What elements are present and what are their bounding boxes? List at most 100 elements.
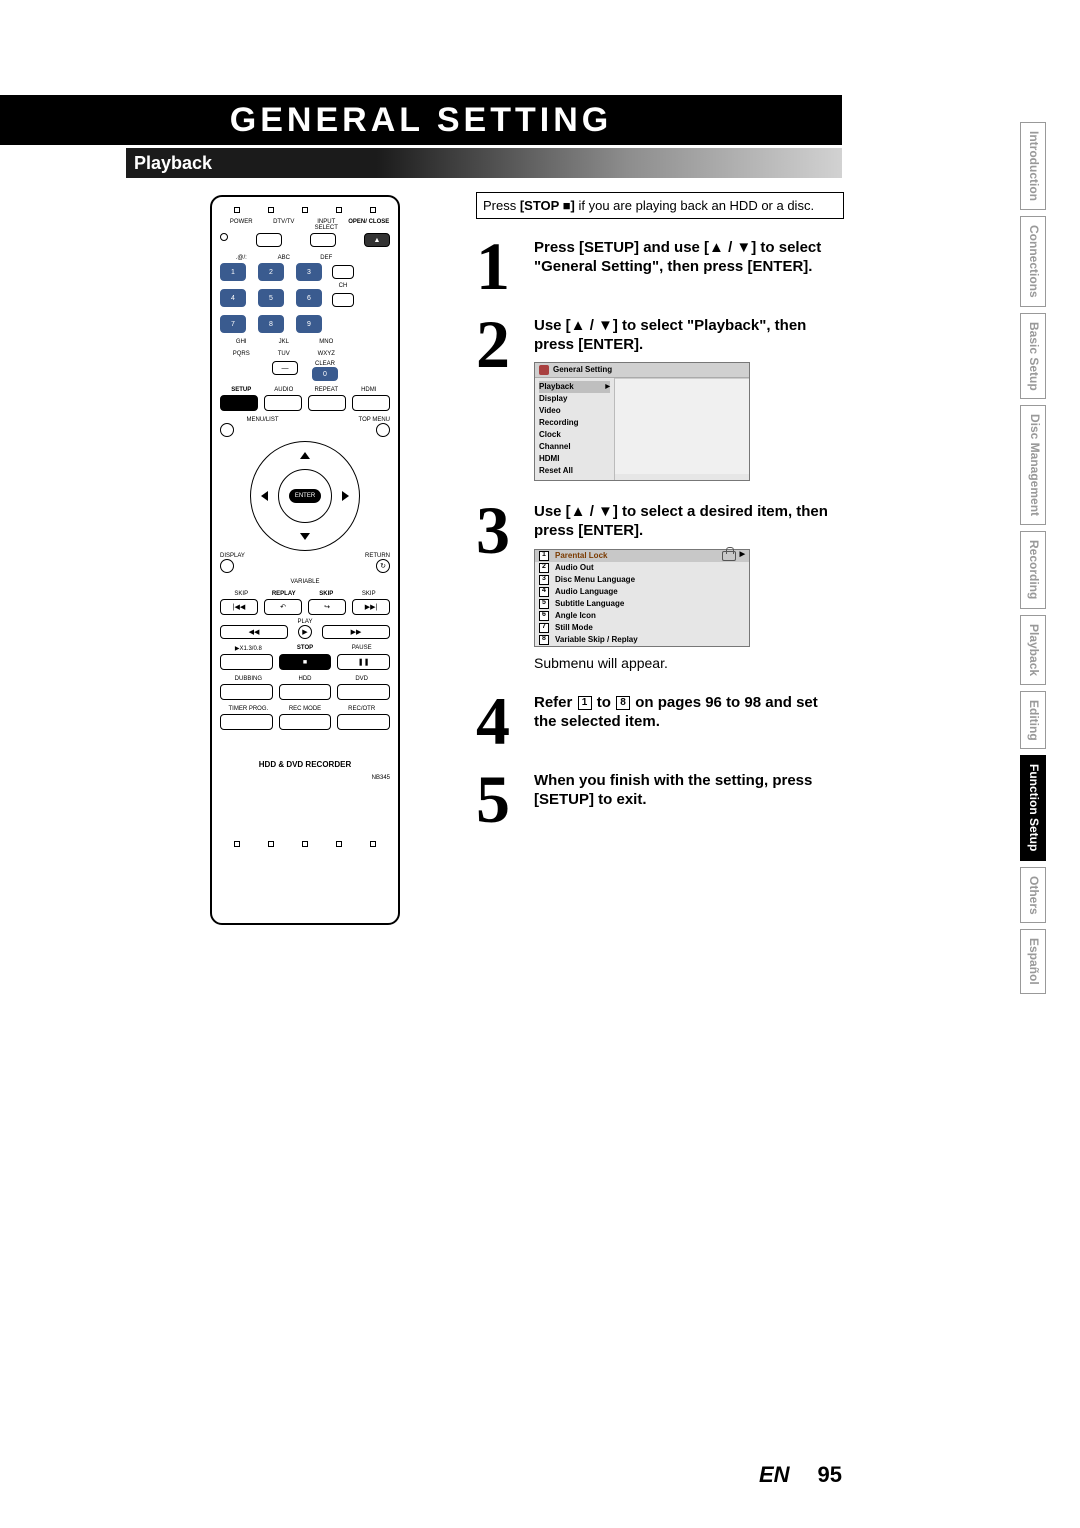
osd2-item-2: 2Audio Out — [535, 562, 749, 574]
osd2-item-3: 3Disc Menu Language — [535, 574, 749, 586]
stop-note-post: if you are playing back an HDD or a disc… — [575, 198, 814, 213]
remote-bottom-dots — [220, 841, 390, 847]
footer-lang: EN — [759, 1462, 790, 1488]
rec-otr-button — [337, 714, 390, 730]
step-4: 4 Refer 1 to 8 on pages 96 to 98 and set… — [476, 694, 844, 750]
step-3: 3 Use [▲ / ▼] to select a desired item, … — [476, 503, 844, 672]
osd1-item-recording: Recording — [539, 417, 610, 429]
audio-button — [264, 395, 302, 411]
key-0: 0 — [312, 367, 338, 381]
osd2-item-8: 8Variable Skip / Replay — [535, 634, 749, 646]
stop-note-bold: [STOP ■] — [520, 198, 575, 213]
remote-brand-text: HDD & DVD RECORDER — [220, 760, 390, 769]
rew-button: ◀◀ — [220, 625, 288, 639]
instructions-column: Press [STOP ■] if you are playing back a… — [476, 192, 844, 850]
menu-list-button — [220, 423, 234, 437]
chapter-title: GENERAL SETTING — [230, 101, 612, 140]
tab-others: Others — [1020, 867, 1046, 924]
step-3-tail: Submenu will appear. — [534, 655, 844, 673]
osd1-item-playback: Playback — [539, 381, 610, 393]
lock-icon — [722, 551, 736, 561]
key-4: 4 — [220, 289, 246, 307]
section-heading: Playback — [134, 153, 212, 174]
osd1-item-reset-all: Reset All — [539, 465, 610, 477]
tab-function-setup: Function Setup — [1020, 755, 1046, 860]
keycap-1: 1 — [578, 696, 592, 710]
remote-top-dots — [220, 207, 390, 213]
osd2-item-1: 1 Parental Lock ▶ — [535, 550, 749, 562]
up-arrow-icon — [300, 452, 310, 459]
step-5-text: When you finish with the setting, press … — [534, 772, 812, 808]
replay-button: ↶ — [264, 599, 302, 615]
tab-playback: Playback — [1020, 615, 1046, 685]
step-4-pre: Refer — [534, 694, 577, 711]
remote-control-illustration: POWER DTV/TV INPUT SELECT OPEN/ CLOSE ▲ … — [210, 195, 400, 925]
timer-prog-button — [220, 714, 273, 730]
manual-page: GENERAL SETTING Playback Introduction Co… — [0, 0, 1080, 1528]
osd-general-setting: General Setting Playback Display Video R… — [534, 362, 750, 481]
pause-button: ❚❚ — [337, 654, 390, 670]
skip-prev-button: |◀◀ — [220, 599, 258, 615]
setup-button — [220, 395, 258, 411]
hdd-button — [279, 684, 332, 700]
section-heading-bar: Playback — [126, 148, 842, 178]
tab-basic-setup: Basic Setup — [1020, 313, 1046, 400]
osd1-item-channel: Channel — [539, 441, 610, 453]
tab-espanol: Español — [1020, 929, 1046, 994]
top-menu-button — [376, 423, 390, 437]
key-3: 3 — [296, 263, 322, 281]
remote-ch-button-2 — [332, 293, 354, 307]
key-5: 5 — [258, 289, 284, 307]
step-2: 2 Use [▲ / ▼] to select "Playback", then… — [476, 317, 844, 482]
key-2: 2 — [258, 263, 284, 281]
step-5-number: 5 — [476, 772, 522, 828]
page-footer: EN 95 — [126, 1462, 842, 1488]
stop-note-box: Press [STOP ■] if you are playing back a… — [476, 192, 844, 219]
step-5: 5 When you finish with the setting, pres… — [476, 772, 844, 828]
skip-next-button: ▶▶| — [352, 599, 390, 615]
stop-note-pre: Press — [483, 198, 520, 213]
osd1-item-display: Display — [539, 393, 610, 405]
osd1-item-clock: Clock — [539, 429, 610, 441]
stop-button: ■ — [279, 654, 332, 670]
step-1-number: 1 — [476, 239, 522, 295]
step-3-number: 3 — [476, 503, 522, 672]
play-button: ▶ — [298, 625, 312, 639]
dash-button: — — [272, 361, 298, 375]
input-select-button — [310, 233, 336, 247]
tab-disc-management: Disc Management — [1020, 405, 1046, 525]
key-8: 8 — [258, 315, 284, 333]
left-arrow-icon — [261, 491, 268, 501]
osd2-item-7: 7Still Mode — [535, 622, 749, 634]
x13-button — [220, 654, 273, 670]
tab-editing: Editing — [1020, 691, 1046, 750]
osd2-item-6: 6Angle Icon — [535, 610, 749, 622]
fwd-button: ▶▶ — [322, 625, 390, 639]
remote-model-text: NB345 — [220, 775, 390, 781]
dubbing-button — [220, 684, 273, 700]
section-index-tabs: Introduction Connections Basic Setup Dis… — [1020, 122, 1046, 994]
repeat-button — [308, 395, 346, 411]
step-2-text: Use [▲ / ▼] to select "Playback", then p… — [534, 317, 806, 353]
rec-mode-button — [279, 714, 332, 730]
osd1-title: General Setting — [553, 365, 612, 375]
step-4-number: 4 — [476, 694, 522, 750]
osd2-item-4: 4Audio Language — [535, 586, 749, 598]
key-6: 6 — [296, 289, 322, 307]
osd1-item-hdmi: HDMI — [539, 453, 610, 465]
power-button-icon — [220, 233, 228, 241]
keycap-8: 8 — [616, 696, 630, 710]
hdmi-button — [352, 395, 390, 411]
var-skip-button: ↪ — [308, 599, 346, 615]
right-arrow-icon — [342, 491, 349, 501]
enter-button: ENTER — [289, 489, 321, 503]
step-2-number: 2 — [476, 317, 522, 482]
osd2-item-5: 5Subtitle Language — [535, 598, 749, 610]
step-1-text: Press [SETUP] and use [▲ / ▼] to select … — [534, 239, 821, 275]
footer-page-number: 95 — [818, 1462, 842, 1488]
down-arrow-icon — [300, 533, 310, 540]
step-3-text: Use [▲ / ▼] to select a desired item, th… — [534, 503, 828, 539]
dvd-button — [337, 684, 390, 700]
display-button — [220, 559, 234, 573]
gear-icon — [539, 365, 549, 375]
